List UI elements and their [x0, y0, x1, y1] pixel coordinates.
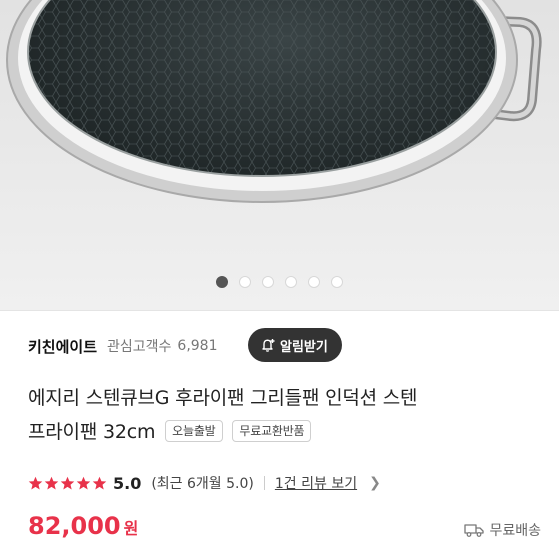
shipping-label: 무료배송: [489, 523, 541, 539]
tag-free-return: 무료교환반품: [232, 420, 312, 442]
gallery-pagination: [0, 276, 559, 288]
alert-button-label: 알림받기: [280, 339, 328, 355]
pagination-dot[interactable]: [308, 276, 320, 288]
product-image[interactable]: [0, 0, 559, 310]
shipping-info: 무료배송: [464, 520, 541, 540]
rating-stars: [28, 476, 107, 491]
pagination-dot[interactable]: [216, 276, 228, 288]
store-name[interactable]: 키친에이트: [28, 336, 97, 357]
review-link[interactable]: 1건 리뷰 보기: [275, 473, 357, 493]
rating-value: 5.0: [113, 473, 142, 493]
price-amount: 82,000: [28, 512, 121, 540]
star-icon: [76, 476, 91, 489]
star-icon: [28, 476, 43, 489]
separator: [263, 476, 265, 490]
favorites-label: 관심고객수: [107, 339, 172, 355]
star-icon: [44, 476, 59, 489]
truck-icon: [464, 524, 485, 537]
alert-subscribe-button[interactable]: 알림받기: [248, 328, 342, 362]
frying-pan-illustration: [0, 0, 559, 310]
tag-today-shipping: 오늘출발: [165, 420, 223, 442]
pagination-dot[interactable]: [262, 276, 274, 288]
pagination-dot[interactable]: [331, 276, 343, 288]
divider: [0, 310, 559, 311]
product-title-line2: 프라이팬 32cm: [28, 421, 156, 443]
star-icon: [92, 476, 107, 489]
star-icon: [60, 476, 75, 489]
rating-summary: 5.0 (최근 6개월 5.0) 1건 리뷰 보기 ❯: [28, 470, 381, 496]
bell-plus-icon: [262, 339, 275, 352]
chevron-right-icon[interactable]: ❯: [369, 475, 381, 491]
pagination-dot[interactable]: [285, 276, 297, 288]
product-title-line1: 에지리 스텐큐브G 후라이팬 그리들팬 인덕션 스텐: [28, 387, 418, 409]
pagination-dot[interactable]: [239, 276, 251, 288]
favorites-count: 6,981: [177, 338, 218, 354]
rating-recent: (최근 6개월 5.0): [151, 476, 254, 492]
store-info: 키친에이트 관심고객수 6,981 알림받기: [28, 326, 539, 366]
price-row: 82,000 원 무료배송: [28, 512, 543, 548]
product-title: 에지리 스텐큐브G 후라이팬 그리들팬 인덕션 스텐 프라이팬 32cm 오늘출…: [28, 381, 538, 449]
price-currency: 원: [123, 519, 139, 538]
